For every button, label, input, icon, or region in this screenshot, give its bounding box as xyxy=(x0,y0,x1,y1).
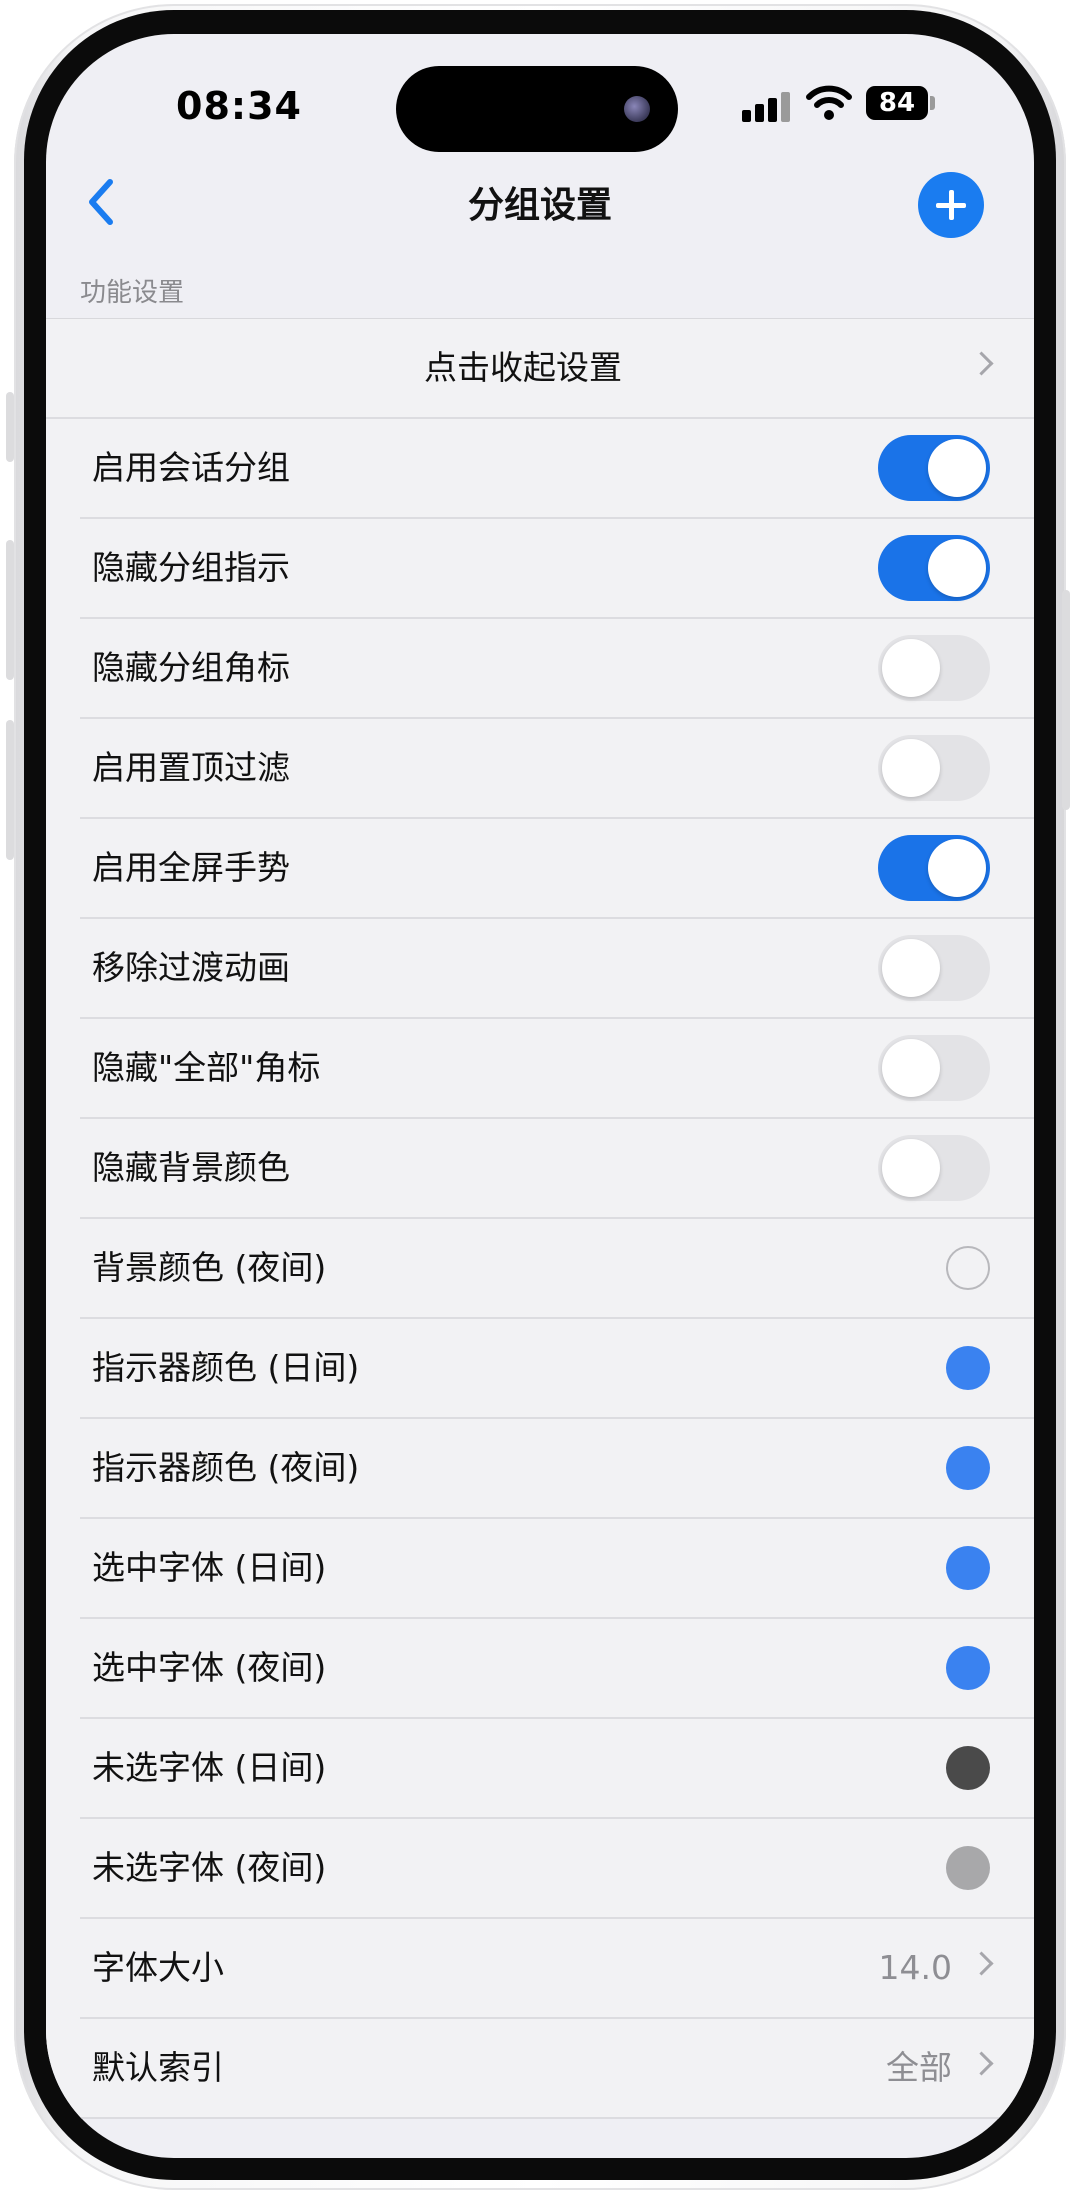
toggle-row: 启用会话分组 xyxy=(80,419,1034,519)
toggle-row: 隐藏背景颜色 xyxy=(80,1119,1034,1219)
default-index-value: 全部 xyxy=(886,2048,952,2087)
color-swatch[interactable] xyxy=(946,1446,990,1490)
toggle-switch[interactable] xyxy=(878,1035,990,1101)
toggle-switch[interactable] xyxy=(878,735,990,801)
color-row[interactable]: 指示器颜色 (夜间) xyxy=(80,1419,1034,1519)
color-row[interactable]: 选中字体 (日间) xyxy=(80,1519,1034,1619)
add-icon[interactable] xyxy=(918,172,984,238)
toggle-label: 隐藏分组指示 xyxy=(92,548,290,587)
toggle-label: 隐藏分组角标 xyxy=(92,648,290,687)
color-label: 未选字体 (夜间) xyxy=(92,1848,327,1887)
color-label: 未选字体 (日间) xyxy=(92,1748,327,1787)
font-size-row[interactable]: 字体大小 14.0 xyxy=(80,1919,1034,2019)
color-swatch[interactable] xyxy=(946,1246,990,1290)
color-label: 指示器颜色 (夜间) xyxy=(92,1448,360,1487)
color-swatch[interactable] xyxy=(946,1546,990,1590)
settings-list: 点击收起设置 启用会话分组 隐藏分组指示 隐藏分组角标 启用置顶过滤 启用全屏手… xyxy=(46,318,1034,2119)
toggle-switch[interactable] xyxy=(878,1135,990,1201)
toggle-label: 启用全屏手势 xyxy=(92,848,290,887)
default-index-label: 默认索引 xyxy=(92,2048,224,2087)
page-title: 分组设置 xyxy=(467,185,612,226)
color-swatch[interactable] xyxy=(946,1346,990,1390)
color-row[interactable]: 未选字体 (日间) xyxy=(80,1719,1034,1819)
toggle-row: 隐藏分组指示 xyxy=(80,519,1034,619)
color-row[interactable]: 指示器颜色 (日间) xyxy=(80,1319,1034,1419)
toggle-label: 启用会话分组 xyxy=(92,448,290,487)
volume-up-button xyxy=(6,540,14,680)
color-row[interactable]: 未选字体 (夜间) xyxy=(80,1819,1034,1919)
status-time: 08:34 xyxy=(176,84,302,128)
volume-down-button xyxy=(6,720,14,860)
toggle-switch[interactable] xyxy=(878,835,990,901)
camera-icon xyxy=(624,96,650,122)
toggle-row: 启用全屏手势 xyxy=(80,819,1034,919)
toggle-label: 启用置顶过滤 xyxy=(92,748,290,787)
battery-icon: 84 xyxy=(866,86,928,120)
toggle-switch[interactable] xyxy=(878,935,990,1001)
collapse-settings-label: 点击收起设置 xyxy=(424,348,622,387)
dynamic-island xyxy=(396,66,678,152)
section-header: 功能设置 xyxy=(80,278,185,308)
color-swatch[interactable] xyxy=(946,1746,990,1790)
battery-tip xyxy=(930,96,935,110)
font-size-value: 14.0 xyxy=(878,1948,952,1987)
toggle-row: 隐藏分组角标 xyxy=(80,619,1034,719)
toggle-label: 隐藏"全部"角标 xyxy=(92,1048,321,1087)
default-index-row[interactable]: 默认索引 全部 xyxy=(80,2019,1034,2119)
toggle-row: 移除过渡动画 xyxy=(80,919,1034,1019)
color-row[interactable]: 选中字体 (夜间) xyxy=(80,1619,1034,1719)
color-label: 选中字体 (夜间) xyxy=(92,1648,327,1687)
font-size-label: 字体大小 xyxy=(92,1948,224,1987)
toggle-row: 启用置顶过滤 xyxy=(80,719,1034,819)
collapse-settings-row[interactable]: 点击收起设置 xyxy=(46,319,1034,419)
chevron-right-icon xyxy=(969,2051,994,2076)
cellular-signal-icon xyxy=(742,88,794,122)
toggle-switch[interactable] xyxy=(878,535,990,601)
color-swatch[interactable] xyxy=(946,1646,990,1690)
color-swatch[interactable] xyxy=(946,1846,990,1890)
color-row[interactable]: 背景颜色 (夜间) xyxy=(80,1219,1034,1319)
toggle-label: 隐藏背景颜色 xyxy=(92,1148,290,1187)
color-label: 选中字体 (日间) xyxy=(92,1548,327,1587)
toggle-switch[interactable] xyxy=(878,635,990,701)
action-button xyxy=(6,392,14,462)
toggle-switch[interactable] xyxy=(878,435,990,501)
toggle-row: 隐藏"全部"角标 xyxy=(80,1019,1034,1119)
toggle-label: 移除过渡动画 xyxy=(92,948,290,987)
wifi-icon xyxy=(806,85,852,120)
color-label: 指示器颜色 (日间) xyxy=(92,1348,360,1387)
power-button xyxy=(1062,590,1070,810)
chevron-right-icon xyxy=(969,1951,994,1976)
screen: 08:34 84 分组设置 功能设置 点击收起设置 启用会话分组 隐藏分组指示 xyxy=(46,34,1034,2158)
color-label: 背景颜色 (夜间) xyxy=(92,1248,327,1287)
